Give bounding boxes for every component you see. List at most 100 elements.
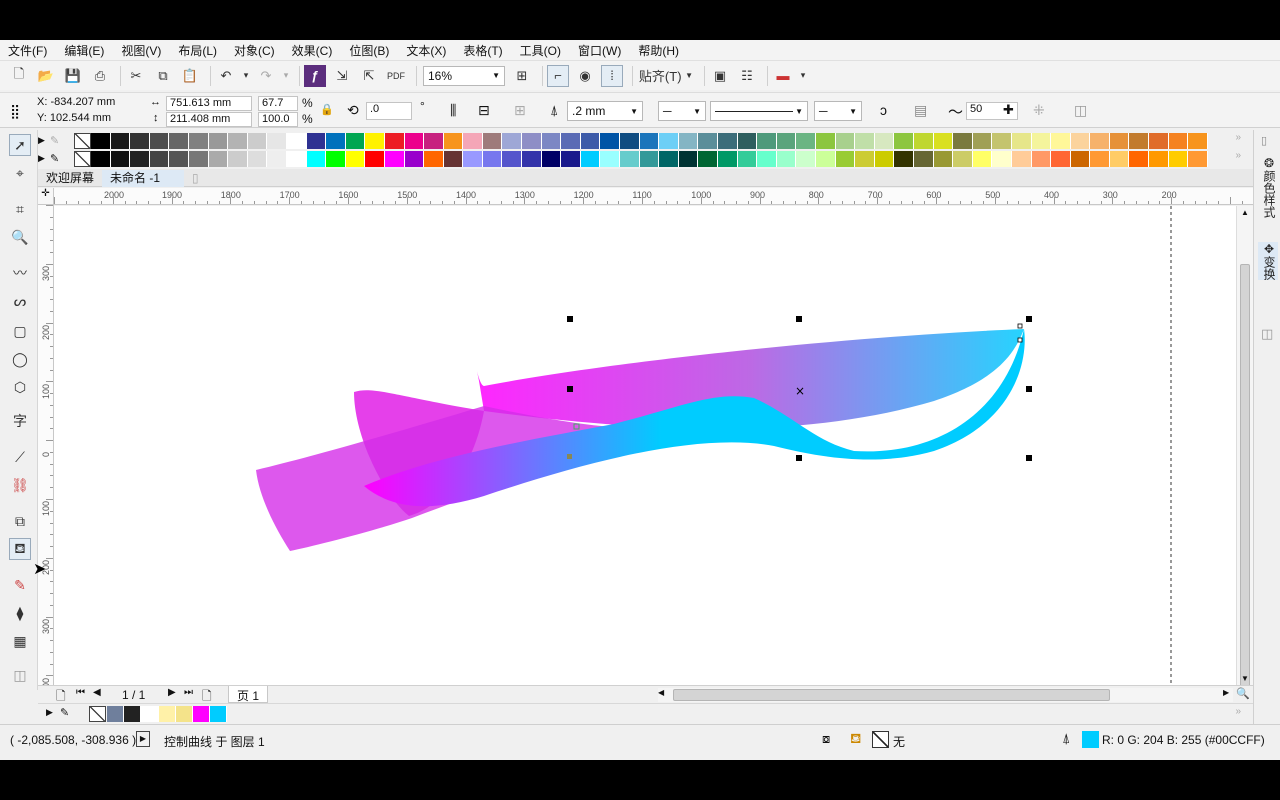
- interactive-fill-tool-icon[interactable]: ⧫: [9, 602, 31, 624]
- color-swatch[interactable]: [130, 132, 150, 149]
- color-swatch[interactable]: [600, 132, 621, 149]
- pick-tool-icon[interactable]: ➚: [9, 134, 31, 156]
- view-mode-icon[interactable]: ◉: [574, 65, 596, 87]
- color-swatch[interactable]: [561, 132, 581, 149]
- color-swatch[interactable]: [620, 132, 640, 149]
- color-swatch[interactable]: [678, 150, 699, 167]
- rotation-angle-field[interactable]: .0: [366, 102, 412, 120]
- color-swatch[interactable]: [424, 150, 444, 167]
- color-swatch[interactable]: [855, 150, 875, 167]
- palette-expand-icon[interactable]: ▶: [38, 153, 50, 164]
- color-swatch[interactable]: [404, 132, 425, 149]
- smart-fill-tool-icon[interactable]: ▦: [9, 630, 31, 652]
- color-swatch[interactable]: [1149, 132, 1169, 149]
- menu-item[interactable]: 视图(V): [121, 42, 161, 59]
- x-position-field[interactable]: X: -834.207 mm: [34, 96, 136, 111]
- redo-dropdown-icon[interactable]: ▾: [282, 65, 290, 87]
- color-swatch[interactable]: [992, 150, 1012, 167]
- color-swatch[interactable]: [541, 150, 562, 167]
- menu-item[interactable]: 帮助(H): [638, 42, 679, 59]
- palette-scroll-icon[interactable]: »: [1235, 706, 1241, 717]
- zoom-level-dropdown[interactable]: 16% ▼: [423, 65, 505, 86]
- color-swatch[interactable]: [1070, 150, 1091, 167]
- color-swatch[interactable]: [1090, 132, 1110, 149]
- color-swatch[interactable]: [1149, 150, 1169, 167]
- palette-scroll-icon[interactable]: »: [1235, 132, 1241, 143]
- menu-item[interactable]: 对象(C): [234, 42, 275, 59]
- color-swatch[interactable]: [247, 132, 268, 149]
- menu-item[interactable]: 文件(F): [8, 42, 47, 59]
- align-icon[interactable]: ⊞: [514, 102, 526, 119]
- color-swatch[interactable]: [698, 150, 718, 167]
- tab-color-styles[interactable]: ❂颜色样式: [1258, 156, 1278, 218]
- color-swatch[interactable]: [267, 132, 287, 149]
- color-swatch[interactable]: [835, 132, 856, 149]
- color-swatch[interactable]: [1168, 150, 1189, 167]
- color-swatch[interactable]: [228, 132, 248, 149]
- color-swatch[interactable]: [757, 132, 777, 149]
- color-swatch[interactable]: [835, 150, 856, 167]
- print-icon[interactable]: ⎙: [89, 65, 111, 87]
- menu-item[interactable]: 工具(O): [520, 42, 561, 59]
- application-launcher-icon[interactable]: ƒ: [304, 64, 326, 87]
- color-swatch[interactable]: [972, 150, 993, 167]
- scroll-right-icon[interactable]: ▶: [1223, 688, 1229, 697]
- color-swatch[interactable]: [286, 132, 307, 149]
- transparency-tool-icon[interactable]: ⛾: [9, 538, 31, 560]
- eyedropper-icon[interactable]: ✎: [60, 706, 69, 719]
- color-swatch[interactable]: [933, 132, 954, 149]
- color-swatch[interactable]: [158, 706, 176, 722]
- quick-customize-icon[interactable]: ◫: [1074, 102, 1087, 119]
- smoothing-slider-icon[interactable]: ✚: [1003, 102, 1014, 118]
- polygon-tool-icon[interactable]: ⬡: [9, 376, 31, 398]
- color-swatch[interactable]: [463, 150, 483, 167]
- color-swatch[interactable]: [796, 150, 816, 167]
- color-swatch[interactable]: [1070, 132, 1091, 149]
- color-swatch[interactable]: [502, 150, 523, 167]
- color-swatch[interactable]: [267, 150, 287, 167]
- color-swatch[interactable]: [1031, 150, 1052, 167]
- height-field[interactable]: 211.408 mm: [166, 112, 252, 127]
- scroll-down-icon[interactable]: ▼: [1241, 674, 1249, 683]
- center-marker-icon[interactable]: ×: [795, 384, 805, 398]
- color-swatch[interactable]: [639, 150, 660, 167]
- color-swatch[interactable]: [894, 150, 914, 167]
- freehand-tool-icon[interactable]: 〰: [9, 262, 31, 284]
- color-swatch[interactable]: [208, 150, 229, 167]
- handle-bottom-right[interactable]: [1026, 455, 1032, 461]
- menu-item[interactable]: 位图(B): [349, 42, 389, 59]
- save-icon[interactable]: 💾: [62, 65, 84, 87]
- color-swatch[interactable]: [1188, 150, 1208, 167]
- outline-behind-fill-icon[interactable]: ▤: [914, 102, 927, 119]
- color-swatch[interactable]: [188, 132, 209, 149]
- handle-top-left[interactable]: [567, 316, 573, 322]
- color-swatch[interactable]: [1090, 150, 1110, 167]
- control-node[interactable]: [1017, 323, 1023, 329]
- scale-x-field[interactable]: 67.7: [258, 96, 298, 111]
- scroll-up-icon[interactable]: ▲: [1241, 208, 1249, 217]
- color-swatch[interactable]: [107, 706, 125, 722]
- color-swatch[interactable]: [384, 150, 405, 167]
- width-field[interactable]: 751.613 mm: [166, 96, 252, 111]
- color-swatch[interactable]: [757, 150, 777, 167]
- menu-item[interactable]: 编辑(E): [64, 42, 104, 59]
- scroll-left-icon[interactable]: ◀: [658, 688, 664, 697]
- end-arrow-dropdown[interactable]: ─ ▼: [814, 101, 862, 121]
- snap-to-button[interactable]: 贴齐(T) ▼: [637, 65, 695, 87]
- color-swatch[interactable]: [953, 150, 973, 167]
- artistic-media-tool-icon[interactable]: ᔕ: [9, 290, 31, 312]
- color-swatch[interactable]: [169, 150, 189, 167]
- start-arrow-dropdown[interactable]: ─ ▼: [658, 101, 706, 121]
- mirror-horizontal-icon[interactable]: ⫼: [450, 102, 456, 119]
- color-swatch[interactable]: [561, 150, 581, 167]
- shape-tool-icon[interactable]: ⌖: [9, 162, 31, 184]
- color-swatch[interactable]: [639, 132, 660, 149]
- application-options-icon[interactable]: ☷: [736, 65, 758, 87]
- handle-bottom-center[interactable]: [796, 455, 802, 461]
- color-swatch[interactable]: [815, 132, 836, 149]
- color-swatch[interactable]: [192, 706, 211, 722]
- drawing-canvas[interactable]: ×: [54, 206, 1236, 685]
- wrap-text-icon[interactable]: ↄ: [880, 102, 887, 118]
- color-swatch[interactable]: [286, 150, 307, 167]
- color-swatch[interactable]: [972, 132, 993, 149]
